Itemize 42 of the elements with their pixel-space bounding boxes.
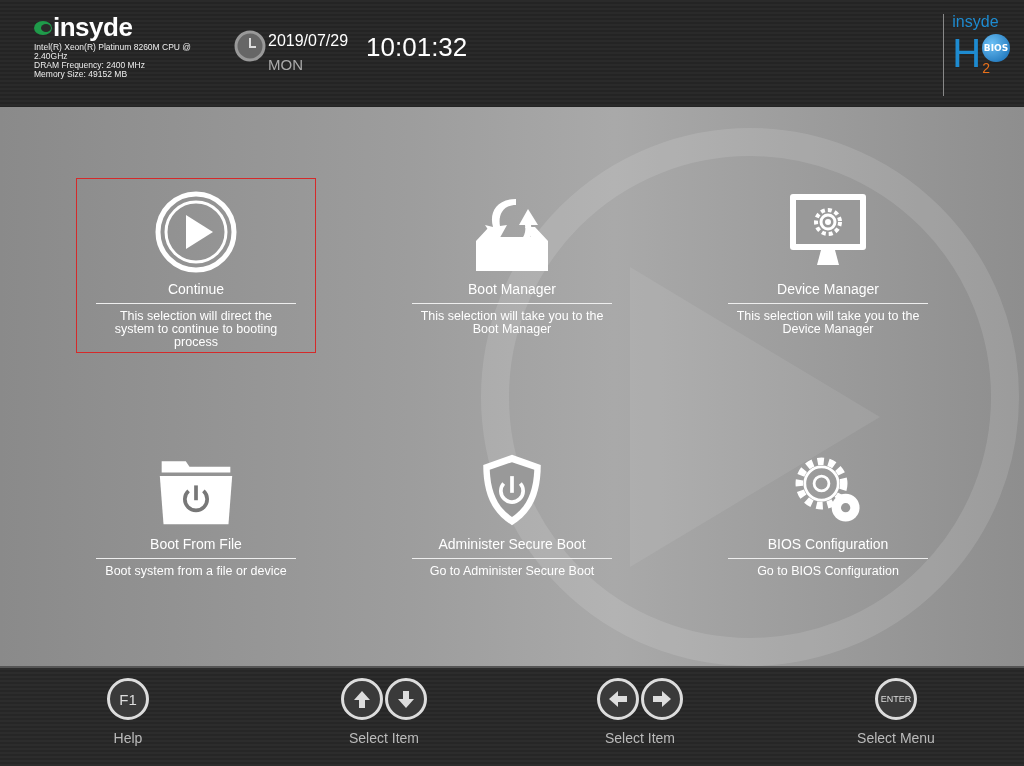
day-text: MON (268, 56, 304, 73)
logo-letter: H (952, 30, 982, 76)
arrow-left-icon (597, 678, 639, 720)
key-icon: ENTER (875, 678, 917, 720)
menu-item[interactable]: Continue This selection will direct the system to continue to booting process (76, 178, 316, 353)
menu-description: This selection will take you to the Device Manager (735, 310, 921, 336)
hint-label: Help (113, 730, 143, 746)
date-text: 2019/07/29 (268, 32, 349, 50)
menu-title: BIOS Configuration (767, 536, 889, 553)
menu-item[interactable]: Boot Manager This selection will take you to the Boot Manager (392, 178, 632, 353)
menu-description: Boot system from a file or device (104, 565, 288, 578)
menu-item[interactable]: Boot From File Boot system from a file or device (76, 439, 316, 579)
menu-title: Device Manager (777, 281, 879, 297)
menu-item[interactable]: BIOS Configuration Go to BIOS Configuration (708, 439, 948, 579)
system-info-text: DRAM Frequency: 2400 MHz (34, 61, 146, 70)
menu-title: Administer Secure Boot (438, 536, 586, 553)
hint-label: Select Item (605, 730, 675, 746)
menu-title: Boot From File (150, 536, 242, 553)
swirl-icon (34, 19, 52, 35)
arrow-right-icon (641, 678, 683, 720)
logo-text: insyde (53, 14, 133, 40)
key-icon: F1 (107, 678, 149, 720)
logo-badge: BIOS (982, 34, 1010, 62)
menu-description: Go to BIOS Configuration (756, 565, 900, 578)
logo-subscript: 2 (982, 60, 990, 76)
logo-text: insyde (952, 14, 1000, 30)
menu-description: This selection will direct the system to continue to booting process (113, 310, 279, 349)
system-info-text: Memory Size: 49152 MB (34, 70, 129, 79)
time-text: 10:01:32 (366, 32, 468, 63)
menu-title: Boot Manager (468, 281, 556, 297)
menu-description: Go to Administer Secure Boot (428, 565, 596, 578)
hint-label: Select Item (349, 730, 419, 746)
arrow-up-icon (341, 678, 383, 720)
menu-description: This selection will take you to the Boot Manager (419, 310, 605, 336)
system-info-text: Intel(R) Xeon(R) Platinum 8260M CPU @ 2.40GHz (34, 43, 192, 61)
arrow-down-icon (385, 678, 427, 720)
clock-icon (234, 30, 266, 62)
hint-label: Select Menu (857, 730, 935, 746)
play-icon (155, 191, 237, 273)
menu-item[interactable]: Administer Secure Boot Go to Administer Secure Boot (392, 439, 632, 579)
menu-title: Continue (167, 281, 224, 297)
menu-item[interactable]: Device Manager This selection will take you to the Device Manager (708, 178, 948, 353)
